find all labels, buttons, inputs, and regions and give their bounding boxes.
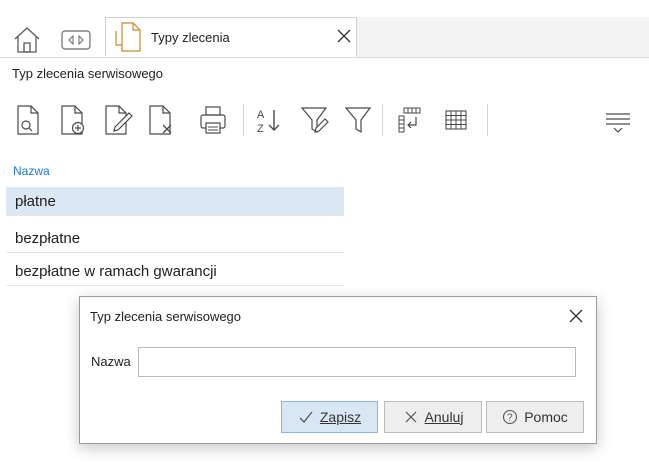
- save-button[interactable]: Zapisz: [281, 401, 378, 433]
- toolbar-separator: [382, 104, 383, 136]
- svg-text:A: A: [257, 109, 265, 121]
- close-icon[interactable]: [566, 306, 586, 326]
- grid-icon[interactable]: [436, 98, 476, 142]
- help-button-label: Pomoc: [524, 409, 568, 425]
- tab-typy-zlecenia[interactable]: Typy zlecenia: [105, 17, 357, 57]
- list-item[interactable]: bezpłatne w ramach gwarancji: [6, 257, 344, 286]
- column-layout-icon[interactable]: [390, 98, 430, 142]
- tab-navigation-icon[interactable]: [61, 29, 91, 51]
- document-icon: [114, 21, 142, 53]
- delete-document-icon[interactable]: [144, 98, 184, 142]
- toolbar-separator: [243, 104, 244, 136]
- column-header-nazwa[interactable]: Nazwa: [13, 164, 50, 178]
- dialog-title: Typ zlecenia serwisowego: [90, 309, 242, 324]
- sort-az-icon[interactable]: A Z: [250, 98, 290, 142]
- cancel-button[interactable]: Anuluj: [384, 401, 482, 433]
- list-item-label: płatne: [15, 193, 56, 210]
- toolbar-separator: [487, 104, 488, 136]
- list-item-label: bezpłatne w ramach gwarancji: [15, 263, 217, 280]
- close-icon[interactable]: [334, 26, 354, 46]
- svg-text:Z: Z: [257, 123, 264, 135]
- close-icon: [403, 409, 419, 425]
- svg-text:?: ?: [507, 413, 513, 424]
- list-item[interactable]: płatne: [6, 187, 344, 216]
- home-icon[interactable]: [12, 25, 42, 55]
- view-document-icon[interactable]: [12, 98, 52, 142]
- tab-bar-empty-area: [357, 17, 649, 57]
- name-field-label: Nazwa: [91, 354, 131, 369]
- filter-icon[interactable]: [338, 98, 378, 142]
- tab-bar: Typy zlecenia: [0, 0, 649, 58]
- edit-document-icon[interactable]: [100, 98, 140, 142]
- add-document-icon[interactable]: [56, 98, 96, 142]
- page-title: Typ zlecenia serwisowego: [12, 66, 164, 81]
- checkmark-icon: [298, 409, 314, 425]
- list-item-label: bezpłatne: [15, 230, 81, 247]
- help-icon: ?: [502, 409, 518, 425]
- save-button-label: Zapisz: [319, 409, 362, 425]
- help-button[interactable]: ? Pomoc: [486, 401, 584, 433]
- filter-edit-icon[interactable]: [294, 98, 334, 142]
- name-field[interactable]: [138, 347, 576, 377]
- more-options-icon[interactable]: [598, 98, 638, 142]
- toolbar: A Z: [0, 98, 649, 142]
- print-icon[interactable]: [192, 98, 232, 142]
- cancel-button-label: Anuluj: [424, 409, 464, 425]
- tab-label: Typy zlecenia: [151, 30, 230, 45]
- list-item[interactable]: bezpłatne: [6, 224, 344, 253]
- dialog: Typ zlecenia serwisowego Nazwa Zapisz An…: [79, 296, 597, 444]
